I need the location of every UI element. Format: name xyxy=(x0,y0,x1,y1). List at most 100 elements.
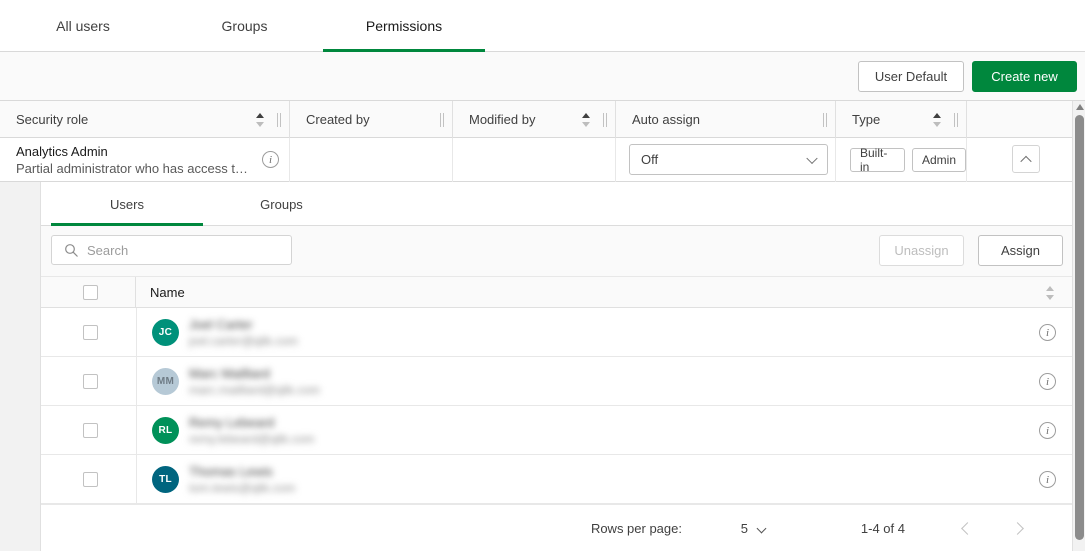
row-checkbox[interactable] xyxy=(83,472,98,487)
expanded-detail-panel: Users Groups Unassign Assign xyxy=(0,182,1072,551)
search-input[interactable] xyxy=(85,242,275,259)
cell-divider xyxy=(136,357,137,406)
users-table-header: Name xyxy=(41,277,1073,308)
user-name: Marc Mailliard xyxy=(189,366,270,381)
tab-detail-users-label: Users xyxy=(110,197,144,212)
tab-all-users-label: All users xyxy=(56,18,110,34)
chevron-up-icon xyxy=(1020,156,1031,167)
type-tag-built-in[interactable]: Built-in xyxy=(850,148,905,172)
column-resize-handle[interactable] xyxy=(823,113,828,127)
tab-all-users[interactable]: All users xyxy=(0,0,166,52)
column-header-label: Security role xyxy=(16,112,88,127)
avatar: RL xyxy=(152,417,179,444)
cell-row-actions xyxy=(967,138,1072,182)
avatar: MM xyxy=(152,368,179,395)
pagination-bar: Rows per page: 5 1-4 of 4 xyxy=(41,504,1073,551)
users-header-name-label: Name xyxy=(150,285,185,300)
column-header-modified-by[interactable]: Modified by xyxy=(453,101,616,138)
cell-divider xyxy=(136,406,137,455)
column-header-security-role[interactable]: Security role xyxy=(0,101,290,138)
detail-tabbar: Users Groups xyxy=(41,182,1073,226)
page-range-label: 1-4 of 4 xyxy=(861,521,905,536)
user-email: joel.carter@qlik.com xyxy=(189,334,298,348)
tab-detail-users[interactable]: Users xyxy=(51,182,203,226)
chevron-left-icon[interactable] xyxy=(958,519,977,538)
column-resize-handle[interactable] xyxy=(603,113,608,127)
sort-arrows-icon[interactable] xyxy=(582,112,591,128)
user-email: remy.lebeard@qlik.com xyxy=(189,432,314,446)
scrollbar-thumb[interactable] xyxy=(1075,115,1084,540)
permissions-page: All users Groups Permissions User Defaul… xyxy=(0,0,1085,551)
info-icon[interactable]: i xyxy=(1039,324,1056,341)
search-icon xyxy=(64,243,79,258)
column-resize-handle[interactable] xyxy=(440,113,445,127)
row-checkbox[interactable] xyxy=(83,423,98,438)
search-box[interactable] xyxy=(51,235,292,265)
type-tag-admin[interactable]: Admin xyxy=(912,148,966,172)
chevron-down-icon xyxy=(806,152,817,163)
list-item[interactable]: TL Thomas Lewis tom.lewis@qlik.com i xyxy=(41,455,1073,504)
cell-type: Built-in Admin xyxy=(836,138,967,182)
roles-table-header: Security role Created by Modified by Aut… xyxy=(0,101,1072,138)
column-header-label: Created by xyxy=(306,112,370,127)
tab-groups-label: Groups xyxy=(222,18,268,34)
tab-permissions-label: Permissions xyxy=(366,18,442,34)
select-all-checkbox[interactable] xyxy=(83,285,98,300)
user-default-button[interactable]: User Default xyxy=(858,61,964,92)
table-row[interactable]: Analytics Admin Partial administrator wh… xyxy=(0,138,1072,182)
chevron-down-icon[interactable] xyxy=(757,524,767,534)
chevron-right-icon[interactable] xyxy=(1008,519,1027,538)
column-resize-handle[interactable] xyxy=(277,113,282,127)
type-tag-list: Built-in Admin xyxy=(850,148,966,172)
tab-permissions[interactable]: Permissions xyxy=(323,0,485,52)
role-name: Analytics Admin xyxy=(16,143,248,160)
sort-arrows-icon[interactable] xyxy=(933,112,942,128)
cell-auto-assign: Off xyxy=(616,138,836,182)
row-checkbox[interactable] xyxy=(83,325,98,340)
avatar: TL xyxy=(152,466,179,493)
info-icon[interactable]: i xyxy=(1039,471,1056,488)
info-icon[interactable]: i xyxy=(1039,422,1056,439)
rows-per-page-label: Rows per page: xyxy=(591,521,682,536)
list-item[interactable]: MM Marc Mailliard marc.mailliard@qlik.co… xyxy=(41,357,1073,406)
create-new-button[interactable]: Create new xyxy=(972,61,1077,92)
cell-security-role: Analytics Admin Partial administrator wh… xyxy=(0,138,290,182)
detail-toolbar: Unassign Assign xyxy=(41,226,1073,277)
rows-per-page-select[interactable]: 5 xyxy=(741,521,748,536)
column-header-type[interactable]: Type xyxy=(836,101,967,138)
auto-assign-select[interactable]: Off xyxy=(629,144,828,175)
unassign-button[interactable]: Unassign xyxy=(879,235,964,266)
list-item[interactable]: RL Remy Lebeard remy.lebeard@qlik.com i xyxy=(41,406,1073,455)
column-header-actions xyxy=(967,101,1072,138)
vertical-scrollbar[interactable] xyxy=(1072,101,1085,551)
sort-arrows-icon[interactable] xyxy=(1046,285,1055,301)
sort-arrows-icon[interactable] xyxy=(256,112,265,128)
user-email: marc.mailliard@qlik.com xyxy=(189,383,320,397)
users-header-checkbox-cell xyxy=(41,277,136,308)
info-icon[interactable]: i xyxy=(262,151,279,168)
cell-divider xyxy=(136,455,137,504)
detail-content: Users Groups Unassign Assign xyxy=(40,182,1072,551)
column-header-auto-assign[interactable]: Auto assign xyxy=(616,101,836,138)
role-info: Analytics Admin Partial administrator wh… xyxy=(16,143,248,177)
collapse-row-button[interactable] xyxy=(1012,145,1040,173)
tab-detail-groups[interactable]: Groups xyxy=(203,182,360,226)
cell-created-by xyxy=(290,138,453,182)
user-name: Joel Carter xyxy=(189,317,253,332)
assign-button[interactable]: Assign xyxy=(978,235,1063,266)
list-item[interactable]: JC Joel Carter joel.carter@qlik.com i xyxy=(41,308,1073,357)
cell-divider xyxy=(136,308,137,357)
column-resize-handle[interactable] xyxy=(954,113,959,127)
cell-modified-by xyxy=(453,138,616,182)
user-email: tom.lewis@qlik.com xyxy=(189,481,295,495)
role-description: Partial administrator who has access t… xyxy=(16,160,248,177)
caret-up-icon[interactable] xyxy=(1076,104,1084,110)
users-header-name-cell[interactable]: Name xyxy=(136,277,1073,308)
tab-detail-groups-label: Groups xyxy=(260,197,303,212)
info-icon[interactable]: i xyxy=(1039,373,1056,390)
column-header-label: Type xyxy=(852,112,880,127)
row-checkbox[interactable] xyxy=(83,374,98,389)
column-header-created-by[interactable]: Created by xyxy=(290,101,453,138)
user-name: Remy Lebeard xyxy=(189,415,274,430)
tab-groups[interactable]: Groups xyxy=(166,0,323,52)
